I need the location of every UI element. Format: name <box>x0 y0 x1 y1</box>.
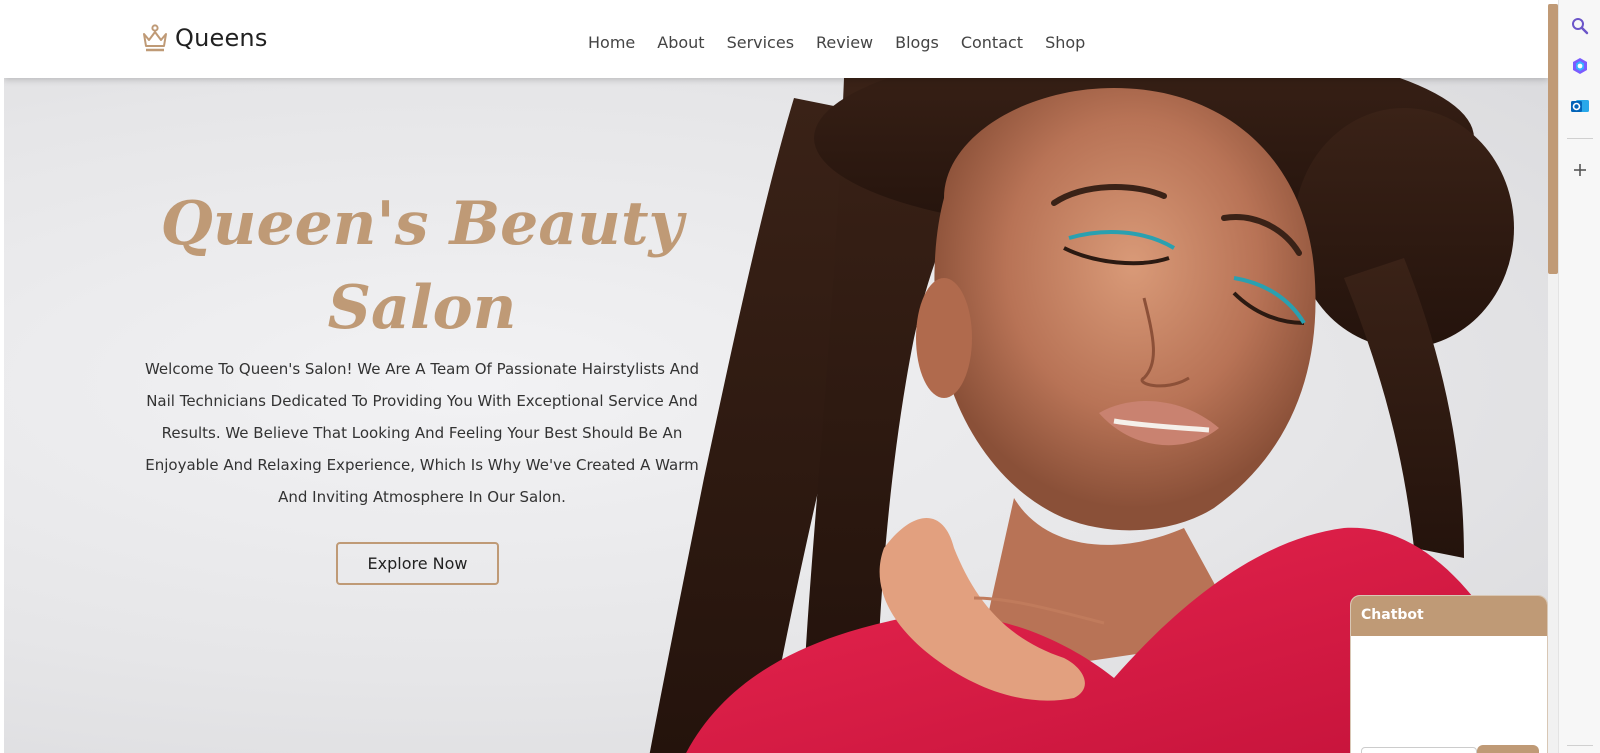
browser-sidebar <box>1558 0 1600 753</box>
nav-home[interactable]: Home <box>588 33 635 52</box>
chatbot-widget[interactable]: Chatbot <box>1350 595 1548 753</box>
scrollbar-thumb[interactable] <box>1548 4 1558 274</box>
page-scrollbar[interactable] <box>1548 4 1558 753</box>
add-icon[interactable] <box>1570 160 1590 180</box>
brand-name: Queens <box>175 24 268 52</box>
nav-shop[interactable]: Shop <box>1045 33 1085 52</box>
page-viewport: Queens Home About Services Review Blogs … <box>4 4 1548 753</box>
outlook-icon[interactable] <box>1570 96 1590 116</box>
nav-about[interactable]: About <box>657 33 704 52</box>
hero-section: Queen's Beauty Salon Welcome To Queen's … <box>4 78 1548 753</box>
chatbot-send-button[interactable] <box>1477 745 1539 753</box>
hero-title: Queen's Beauty Salon <box>142 182 702 350</box>
main-nav: Home About Services Review Blogs Contact… <box>588 33 1107 52</box>
hero-title-line1: Queen's Beauty <box>160 189 684 259</box>
copilot-icon[interactable] <box>1570 56 1590 76</box>
nav-blogs[interactable]: Blogs <box>895 33 939 52</box>
sidebar-divider <box>1567 138 1593 139</box>
chatbot-message-input[interactable] <box>1361 747 1477 753</box>
brand-logo[interactable]: Queens <box>142 24 268 52</box>
explore-now-button[interactable]: Explore Now <box>336 542 499 585</box>
hero-title-line2: Salon <box>327 273 517 343</box>
navbar: Queens Home About Services Review Blogs … <box>4 4 1548 78</box>
nav-review[interactable]: Review <box>816 33 873 52</box>
nav-services[interactable]: Services <box>727 33 794 52</box>
chatbot-header[interactable]: Chatbot <box>1351 596 1547 636</box>
search-icon[interactable] <box>1570 16 1590 36</box>
nav-contact[interactable]: Contact <box>961 33 1023 52</box>
sidebar-bottom-divider <box>1567 745 1593 746</box>
crown-icon <box>143 24 167 52</box>
hero-description: Welcome To Queen's Salon! We Are A Team … <box>144 360 699 506</box>
